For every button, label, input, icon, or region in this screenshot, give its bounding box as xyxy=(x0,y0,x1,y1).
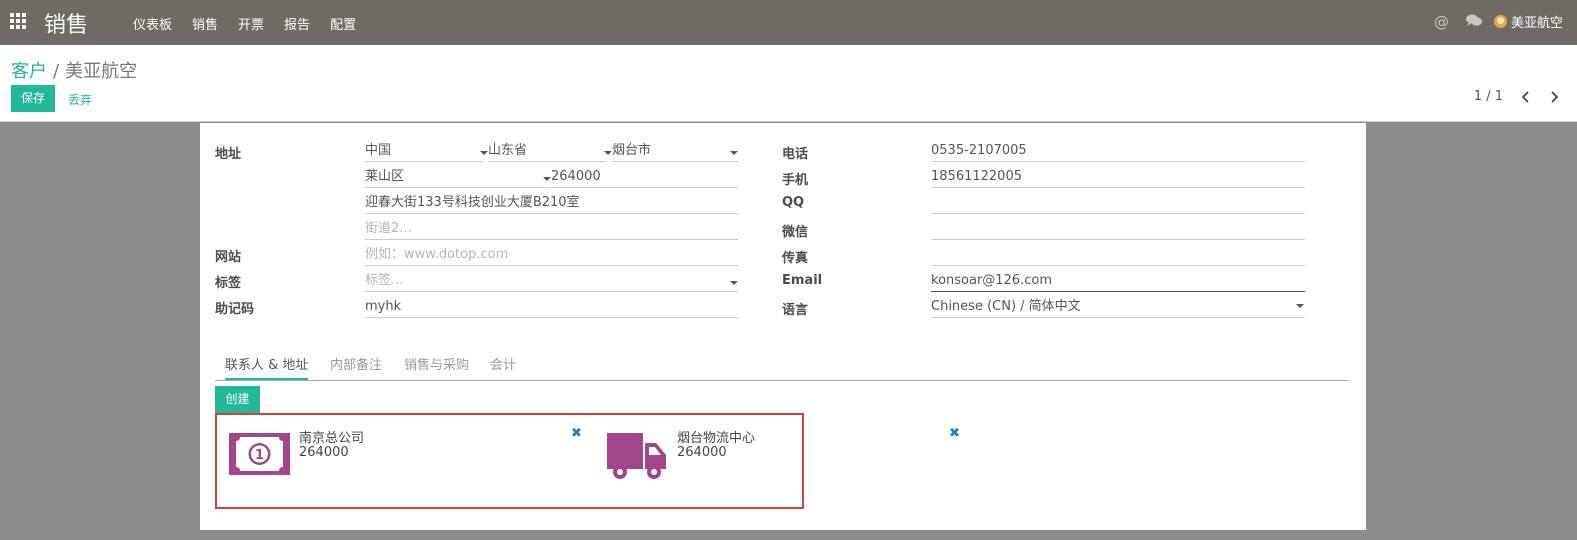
label-website: 网站 xyxy=(215,250,242,265)
fax-field[interactable] xyxy=(931,246,1305,266)
pager-value: 1 / 1 xyxy=(1473,89,1503,104)
country-dropdown-icon[interactable] xyxy=(480,151,488,155)
create-button[interactable]: 创建 xyxy=(215,386,260,413)
district-value: 莱山区 xyxy=(365,169,405,184)
remove-contact-icon[interactable]: ✖ xyxy=(949,426,960,441)
avatar[interactable] xyxy=(1493,15,1507,28)
control-panel: 客户 / 美亚航空 保存 丢弃 1 / 1 xyxy=(0,45,1577,122)
country-select[interactable]: 中国 xyxy=(365,142,483,162)
language-dropdown-icon[interactable] xyxy=(1296,304,1304,308)
contact-zip: 264000 xyxy=(677,445,727,460)
tab-accounting[interactable]: 会计 xyxy=(490,354,516,373)
apps-grid-icon[interactable] xyxy=(10,13,28,31)
zip-field[interactable]: 264000 xyxy=(551,168,738,188)
tags-dropdown-icon[interactable] xyxy=(730,281,738,285)
save-button[interactable]: 保存 xyxy=(11,85,55,112)
remove-contact-icon[interactable]: ✖ xyxy=(571,426,582,441)
state-value: 山东省 xyxy=(488,143,528,158)
delivery-truck-icon xyxy=(607,433,666,479)
state-dropdown-icon[interactable] xyxy=(604,151,612,155)
language-select[interactable]: Chinese (CN) / 简体中文 xyxy=(931,298,1305,318)
menu-item-dashboard[interactable]: 仪表板 xyxy=(133,14,172,33)
chevron-right-icon[interactable] xyxy=(1549,91,1559,103)
label-mnemonic: 助记码 xyxy=(215,302,255,317)
contact-zip: 264000 xyxy=(299,445,349,460)
state-select[interactable]: 山东省 xyxy=(488,142,606,162)
menu-item-reports[interactable]: 报告 xyxy=(284,14,310,33)
wechat-field[interactable] xyxy=(931,220,1305,240)
contact-name: 南京总公司 xyxy=(299,431,365,446)
street-field[interactable]: 迎春大街133号科技创业大厦B210室 xyxy=(365,194,738,214)
city-value: 烟台市 xyxy=(612,143,652,158)
district-select[interactable]: 莱山区 xyxy=(365,168,549,188)
breadcrumb: 客户 / 美亚航空 xyxy=(11,57,137,83)
breadcrumb-current: 美亚航空 xyxy=(65,61,138,82)
street2-field[interactable]: 街道2... xyxy=(365,220,738,240)
label-fax: 传真 xyxy=(782,251,809,266)
notebook-tabs: 联系人 & 地址 内部备注 销售与采购 会计 xyxy=(215,354,1349,381)
discard-button[interactable]: 丢弃 xyxy=(68,91,92,108)
tab-internal-notes[interactable]: 内部备注 xyxy=(330,354,382,373)
label-qq: QQ xyxy=(782,195,805,210)
label-tags: 标签 xyxy=(215,276,242,291)
menu-item-configuration[interactable]: 配置 xyxy=(330,14,356,33)
top-navbar: 销售 仪表板 销售 开票 报告 配置 @ 美亚航空 xyxy=(0,0,1577,45)
menu-item-invoicing[interactable]: 开票 xyxy=(238,14,264,33)
svg-text:1: 1 xyxy=(255,448,264,463)
tab-contacts-addresses[interactable]: 联系人 & 地址 xyxy=(225,354,309,380)
chat-icon[interactable] xyxy=(1465,14,1482,27)
navbar-systray: @ 美亚航空 xyxy=(1434,12,1563,32)
website-field[interactable]: 例如：www.dotop.com xyxy=(365,246,738,266)
contact-card[interactable]: 烟台物流中心 264000 ✖ xyxy=(607,423,967,493)
breadcrumb-customers-link[interactable]: 客户 xyxy=(11,61,47,82)
contact-card[interactable]: 1 南京总公司 264000 ✖ xyxy=(229,423,589,493)
app-title: 销售 xyxy=(44,13,89,38)
contact-name: 烟台物流中心 xyxy=(677,431,756,446)
label-phone: 电话 xyxy=(782,147,809,162)
country-value: 中国 xyxy=(365,143,392,158)
breadcrumb-separator: / xyxy=(53,61,60,82)
tab-sales-purchases[interactable]: 销售与采购 xyxy=(404,354,469,373)
district-dropdown-icon[interactable] xyxy=(543,177,551,181)
city-select[interactable]: 烟台市 xyxy=(612,142,738,162)
qq-field[interactable] xyxy=(931,194,1305,214)
city-dropdown-icon[interactable] xyxy=(730,151,738,155)
mentions-icon[interactable]: @ xyxy=(1434,13,1449,31)
tags-field[interactable]: 标签... xyxy=(365,272,738,292)
label-mobile: 手机 xyxy=(782,173,809,188)
main-menu: 仪表板 销售 开票 报告 配置 xyxy=(133,14,376,33)
email-field[interactable]: konsoar@126.com xyxy=(931,272,1305,292)
chevron-left-icon[interactable] xyxy=(1521,91,1531,103)
label-language: 语言 xyxy=(782,303,809,318)
form-sheet: 地址 网站 标签 助记码 中国 山东省 烟台市 莱山区 264000 迎春大街1… xyxy=(200,123,1366,530)
mobile-field[interactable]: 18561122005 xyxy=(931,168,1305,188)
language-value: Chinese (CN) / 简体中文 xyxy=(931,299,1081,314)
label-email: Email xyxy=(782,273,823,288)
invoice-money-icon: 1 xyxy=(229,433,290,475)
user-menu[interactable]: 美亚航空 xyxy=(1511,12,1563,31)
phone-field[interactable]: 0535-2107005 xyxy=(931,142,1305,162)
label-address: 地址 xyxy=(215,147,242,162)
mnemonic-field[interactable]: myhk xyxy=(365,298,738,318)
label-wechat: 微信 xyxy=(782,225,809,240)
menu-item-sales[interactable]: 销售 xyxy=(192,14,218,33)
